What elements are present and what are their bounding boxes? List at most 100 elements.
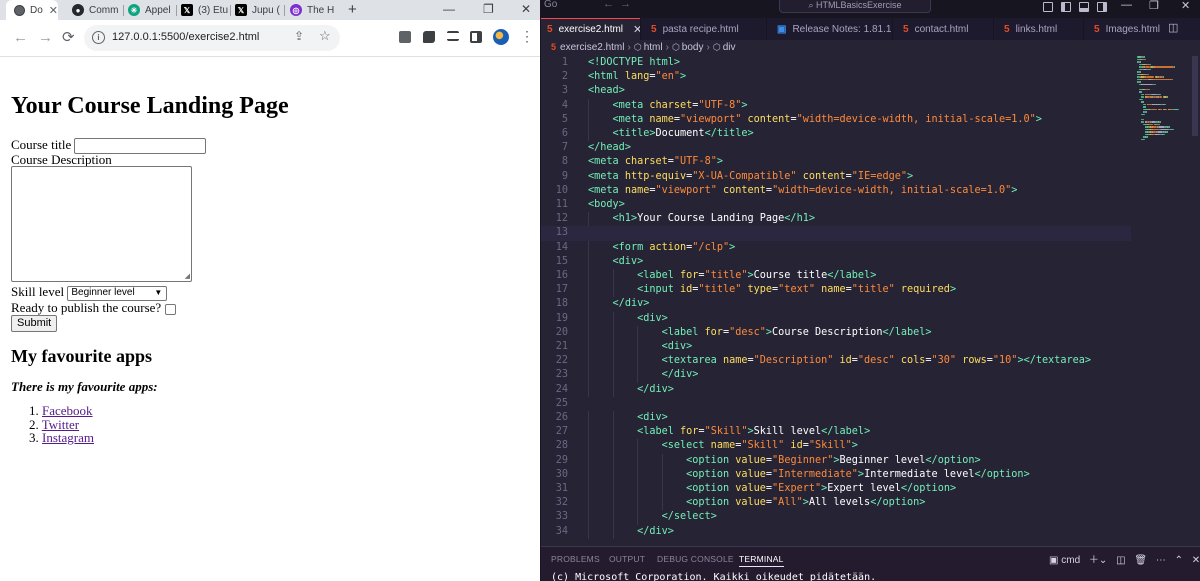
code-line[interactable]: 19 <div> xyxy=(541,311,1131,326)
tab-output[interactable]: OUTPUT xyxy=(609,554,645,564)
instagram-link[interactable]: Instagram xyxy=(42,430,94,445)
code-line[interactable]: 18 </div> xyxy=(541,297,1131,312)
history-arrows-icon[interactable]: ←→ xyxy=(603,0,637,10)
vscode-restore-button[interactable]: ❐ xyxy=(1149,0,1159,12)
new-terminal-icon[interactable]: ＋⌄ xyxy=(1089,555,1107,566)
code-line[interactable]: 15 <div> xyxy=(541,254,1131,269)
profile-avatar[interactable] xyxy=(493,29,509,45)
course-description-textarea[interactable]: ◢ xyxy=(11,166,192,282)
editor-tab[interactable]: ▣ Release Notes: 1.81.1 xyxy=(767,18,902,40)
layout-secondary-icon[interactable] xyxy=(1097,2,1107,12)
breadcrumb-item[interactable]: div xyxy=(723,42,736,53)
layout-sidebar-icon[interactable] xyxy=(1061,2,1071,12)
code-line[interactable]: 27 <label for="Skill">Skill level</label… xyxy=(541,425,1131,440)
more-icon[interactable]: ⋯ xyxy=(1156,555,1166,566)
code-line[interactable]: 28 <select name="Skill" id="Skill"> xyxy=(541,439,1131,454)
address-bar[interactable]: i 127.0.0.1:5500/exercise2.html ⇪ ☆ xyxy=(84,25,340,51)
skill-level-select[interactable]: Beginner level ▼ xyxy=(67,285,168,301)
new-tab-button[interactable]: + xyxy=(348,0,357,20)
code-line[interactable]: 22 <textarea name="Description" id="desc… xyxy=(541,354,1131,369)
close-icon[interactable]: ✕ xyxy=(1192,555,1200,566)
browser-tab[interactable]: ● Comm xyxy=(72,0,122,20)
code-line[interactable]: 21 <div> xyxy=(541,340,1131,355)
tab-terminal[interactable]: TERMINAL xyxy=(739,554,784,567)
code-line[interactable]: 14 <form action="/clp"> xyxy=(541,240,1131,255)
browser-tab[interactable]: 𝕏 Jupu ( xyxy=(235,0,281,20)
breadcrumb-item[interactable]: html xyxy=(644,42,663,53)
menu-kebab-icon[interactable]: ⋮ xyxy=(520,28,534,45)
split-terminal-icon[interactable]: ◫ xyxy=(1116,555,1125,566)
trash-icon[interactable]: 🗑 xyxy=(1134,555,1147,566)
code-line[interactable]: 5 <meta name="viewport" content="width=d… xyxy=(541,112,1131,127)
layout-panel-icon[interactable] xyxy=(1043,2,1053,12)
code-editor[interactable]: 1 <!DOCTYPE html> 2 <html lang="en"> 3 <head>… xyxy=(541,56,1141,544)
code-line[interactable]: 25 xyxy=(541,397,1131,411)
command-center-search[interactable]: ⌕ HTMLBasicsExercise xyxy=(779,0,931,13)
puzzle-extensions-icon[interactable] xyxy=(423,31,435,43)
code-line[interactable]: 20 <label for="desc">Course Description<… xyxy=(541,325,1131,340)
code-line[interactable]: 8 <meta charset="UTF-8"> xyxy=(541,155,1131,169)
code-line[interactable]: 9 <meta http-equiv="X-UA-Compatible" cont… xyxy=(541,170,1131,184)
breadcrumb-item[interactable]: body xyxy=(682,42,704,53)
browser-tab[interactable]: 𝕏 (3) Etu xyxy=(181,0,229,20)
close-icon[interactable]: ✕ xyxy=(633,23,640,36)
vscode-minimize-button[interactable]: — xyxy=(1121,0,1132,11)
resize-grip-icon[interactable]: ◢ xyxy=(185,273,190,280)
restore-button[interactable]: ❐ xyxy=(483,0,494,20)
code-line[interactable]: 2 <html lang="en"> xyxy=(541,70,1131,84)
minimap[interactable] xyxy=(1137,56,1192,146)
code-line[interactable]: 32 <option value="All">All levels</optio… xyxy=(541,496,1131,511)
tab-debug-console[interactable]: DEBUG CONSOLE xyxy=(657,554,734,564)
code-line[interactable]: 11 <body> xyxy=(541,198,1131,212)
media-controls-icon[interactable] xyxy=(447,31,459,41)
code-line[interactable]: 13 xyxy=(541,226,1131,241)
code-line[interactable]: 7 </head> xyxy=(541,141,1131,155)
editor-tab-active[interactable]: 5 exercise2.html ✕ xyxy=(541,18,640,40)
code-line[interactable]: 16 <label for="title">Course title</labe… xyxy=(541,269,1131,284)
close-tab-icon[interactable]: ✕ xyxy=(49,4,58,17)
code-line[interactable]: 4 <meta charset="UTF-8"> xyxy=(541,98,1131,113)
vscode-close-button[interactable]: ✕ xyxy=(1181,0,1190,12)
code-line[interactable]: 30 <option value="Intermediate">Intermed… xyxy=(541,467,1131,482)
chevron-up-icon[interactable]: ⌃ xyxy=(1175,555,1183,566)
breadcrumb-item[interactable]: exercise2.html xyxy=(560,42,624,53)
back-button[interactable]: ← xyxy=(13,29,28,46)
bookmark-star-icon[interactable]: ☆ xyxy=(319,28,331,44)
tab-problems[interactable]: PROBLEMS xyxy=(551,554,600,564)
editor-scrollbar[interactable] xyxy=(1192,56,1198,136)
code-line[interactable]: 23 </div> xyxy=(541,368,1131,383)
terminal-output[interactable]: (c) Microsoft Corporation. Kaikki oikeud… xyxy=(551,572,876,581)
go-menu[interactable]: Go xyxy=(544,0,557,10)
reload-button[interactable]: ⟳ xyxy=(62,29,75,46)
site-info-icon[interactable]: i xyxy=(92,31,105,44)
extension-icon[interactable] xyxy=(399,31,411,43)
browser-tab[interactable]: ◎ The H xyxy=(290,0,340,20)
terminal-name[interactable]: cmd xyxy=(1061,555,1080,566)
share-icon[interactable]: ⇪ xyxy=(294,29,304,43)
code-line[interactable]: 10 <meta name="viewport" content="width=d… xyxy=(541,184,1131,198)
split-editor-icon[interactable]: ◫ xyxy=(1168,21,1178,34)
editor-tab[interactable]: 5 contact.html xyxy=(893,18,1003,40)
editor-tab[interactable]: 5 links.html xyxy=(994,18,1093,40)
close-window-button[interactable]: ✕ xyxy=(521,0,531,20)
code-line[interactable]: 31 <option value="Expert">Expert level</… xyxy=(541,482,1131,497)
url-text[interactable]: 127.0.0.1:5500/exercise2.html xyxy=(112,31,259,43)
code-line[interactable]: 34 </div> xyxy=(541,524,1131,539)
editor-tab[interactable]: 5 Images.html xyxy=(1084,18,1176,40)
editor-tab[interactable]: 5 pasta recipe.html xyxy=(641,18,776,40)
browser-tab-active[interactable]: Do ✕ xyxy=(6,0,58,20)
forward-button[interactable]: → xyxy=(38,29,53,46)
code-line[interactable]: 33 </select> xyxy=(541,510,1131,525)
submit-button[interactable]: Submit xyxy=(11,315,58,332)
code-line[interactable]: 12 <h1>Your Course Landing Page</h1> xyxy=(541,212,1131,227)
minimize-button[interactable]: — xyxy=(443,0,455,20)
code-line[interactable]: 24 </div> xyxy=(541,382,1131,397)
code-line[interactable]: 29 <option value="Beginner">Beginner lev… xyxy=(541,453,1131,468)
code-line[interactable]: 3 <head> xyxy=(541,84,1131,98)
layout-bottom-icon[interactable] xyxy=(1079,2,1089,12)
code-line[interactable]: 6 <title>Document</title> xyxy=(541,127,1131,142)
browser-tab[interactable]: ✳ Appel xyxy=(128,0,174,20)
code-line[interactable]: 1 <!DOCTYPE html> xyxy=(541,56,1131,70)
side-panel-icon[interactable] xyxy=(470,31,482,43)
code-line[interactable]: 26 <div> xyxy=(541,411,1131,426)
